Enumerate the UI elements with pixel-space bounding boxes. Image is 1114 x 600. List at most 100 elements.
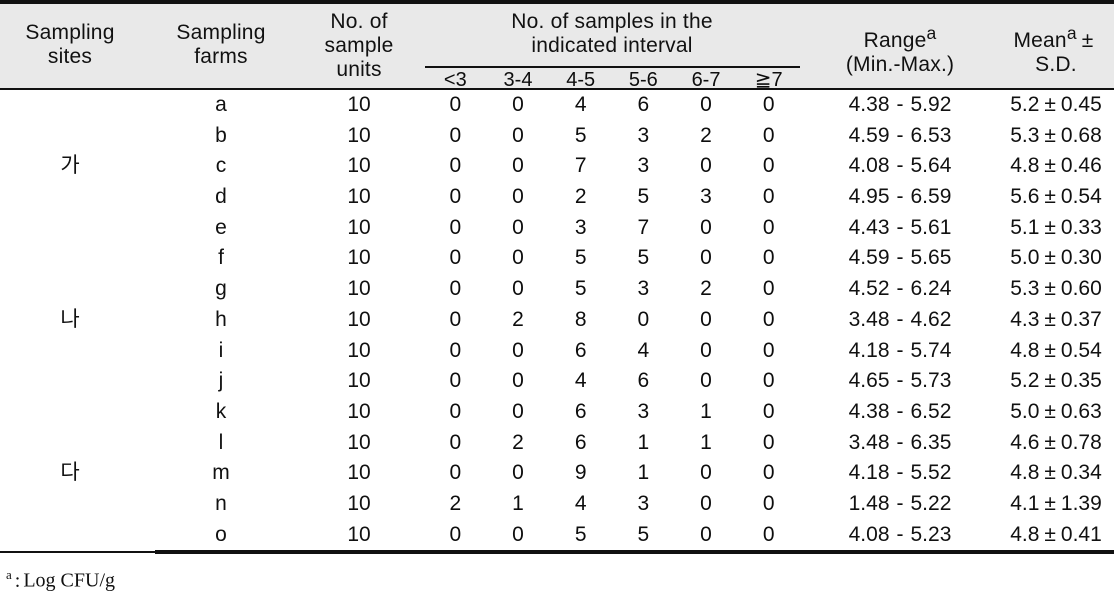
cell-sampling-farm: h bbox=[215, 307, 227, 331]
cell-range: 4.18-5.74 bbox=[802, 336, 998, 367]
cell-bin-5-6: 7 bbox=[637, 215, 650, 239]
cell-bin-4-5: 5 bbox=[574, 123, 587, 147]
cell-mean-sd: 5.2 ±0.35 bbox=[1000, 366, 1112, 397]
cell-mean-value: 4.3 bbox=[1010, 307, 1040, 331]
cell-range-min: 4.18 bbox=[848, 338, 890, 362]
cell-range-dash: - bbox=[896, 461, 904, 485]
cell-mean-value: 4.8 bbox=[1010, 522, 1040, 546]
cell-range-max: 5.22 bbox=[910, 491, 952, 515]
cell-sampling-farm: l bbox=[218, 430, 224, 454]
cell-bin-6-7: 0 bbox=[700, 369, 712, 393]
cell-plusminus: ± bbox=[1044, 246, 1056, 270]
cell-bin-4-5: 6 bbox=[574, 338, 587, 362]
cell-range-dash: - bbox=[896, 277, 904, 301]
cell-bin-5-6: 0 bbox=[637, 307, 650, 331]
cell-bin-5-6: 3 bbox=[637, 277, 650, 301]
cell-bin-lt3: 0 bbox=[449, 246, 462, 270]
cell-bin-6-7: 2 bbox=[700, 277, 712, 301]
cell-group-interval-counts: 0 0 6 4 0 0 bbox=[424, 336, 800, 367]
table-footnote: a: Log CFU/g bbox=[0, 563, 1114, 593]
cell-sampling-farm: o bbox=[215, 522, 227, 546]
cell-range-min: 4.08 bbox=[848, 154, 890, 178]
footnote-separator: : bbox=[14, 569, 21, 592]
cell-mean-value: 5.0 bbox=[1010, 399, 1040, 423]
cell-bin-ge7: 0 bbox=[762, 461, 775, 485]
cell-sd-value: 0.63 bbox=[1060, 399, 1102, 423]
cell-sampling-farm: m bbox=[212, 461, 230, 485]
cell-range-dash: - bbox=[896, 246, 904, 270]
cell-range-max: 5.74 bbox=[910, 338, 952, 362]
cell-bin-lt3: 0 bbox=[449, 399, 462, 423]
cell-range: 1.48-5.22 bbox=[802, 489, 998, 520]
cell-range-min: 4.18 bbox=[848, 461, 890, 485]
column-header-mean: Meana ± S.D. bbox=[1000, 21, 1112, 77]
cell-sampling-farm: n bbox=[215, 491, 227, 515]
cell-mean-sd: 4.8 ±0.41 bbox=[1000, 520, 1112, 551]
cell-range: 4.08-5.64 bbox=[802, 151, 998, 182]
cell-group-interval-counts: 0 0 6 3 1 0 bbox=[424, 397, 800, 428]
cell-plusminus: ± bbox=[1044, 338, 1056, 362]
cell-mean-sd: 4.8 ±0.46 bbox=[1000, 151, 1112, 182]
cell-range-max: 6.35 bbox=[910, 430, 952, 454]
cell-mean-sd: 4.8 ±0.34 bbox=[1000, 458, 1112, 489]
column-header-interval-group-line1: No. of samples in the bbox=[511, 10, 713, 33]
cell-mean-value: 5.0 bbox=[1010, 246, 1040, 270]
cell-mean-value: 4.8 bbox=[1010, 461, 1040, 485]
cell-bin-5-6: 5 bbox=[637, 246, 650, 270]
cell-range-dash: - bbox=[896, 399, 904, 423]
cell-sampling-farm: d bbox=[215, 185, 227, 209]
table-row: g 10 0 0 5 3 2 0 4.52-6.24 5.3 ±0.60 bbox=[0, 274, 1114, 305]
cell-range-min: 3.48 bbox=[848, 307, 890, 331]
column-header-sample-units-line2: sample bbox=[324, 34, 394, 57]
cell-range-dash: - bbox=[896, 185, 904, 209]
cell-sd-value: 0.68 bbox=[1060, 123, 1102, 147]
cell-range-dash: - bbox=[896, 215, 904, 239]
cell-bin-ge7: 0 bbox=[762, 522, 775, 546]
column-header-mean-footnote-marker: a bbox=[1066, 23, 1077, 43]
cell-bin-lt3: 0 bbox=[449, 338, 462, 362]
cell-bin-ge7: 0 bbox=[762, 430, 775, 454]
cell-sd-value: 0.54 bbox=[1060, 185, 1102, 209]
cell-bin-3-4: 2 bbox=[512, 430, 524, 454]
cell-bin-lt3: 2 bbox=[449, 491, 462, 515]
cell-range-min: 4.08 bbox=[848, 522, 890, 546]
cell-bin-lt3: 0 bbox=[449, 430, 462, 454]
cell-bin-6-7: 0 bbox=[700, 307, 712, 331]
cell-range: 4.43-5.61 bbox=[802, 213, 998, 244]
cell-group-interval-counts: 0 0 7 3 0 0 bbox=[424, 151, 800, 182]
cell-plusminus: ± bbox=[1044, 461, 1056, 485]
cell-range-dash: - bbox=[896, 123, 904, 147]
cell-sampling-farm: g bbox=[215, 277, 227, 301]
cell-mean-value: 5.3 bbox=[1010, 277, 1040, 301]
cell-bin-lt3: 0 bbox=[449, 93, 462, 116]
cell-mean-value: 5.2 bbox=[1010, 369, 1040, 393]
cell-bin-3-4: 0 bbox=[512, 277, 524, 301]
footnote-marker: a bbox=[6, 567, 12, 583]
table-row: a 10 0 0 4 6 0 0 4.38-5.92 5.2 ±0.45 bbox=[0, 90, 1114, 121]
table-bottom-rules bbox=[0, 550, 1114, 555]
cell-bin-5-6: 1 bbox=[637, 461, 650, 485]
cell-bin-ge7: 0 bbox=[762, 185, 775, 209]
cell-bin-5-6: 5 bbox=[637, 185, 650, 209]
cell-range-max: 5.73 bbox=[910, 369, 952, 393]
cell-mean-sd: 4.3 ±0.37 bbox=[1000, 305, 1112, 336]
cell-sampling-farm: c bbox=[215, 154, 227, 178]
cell-plusminus: ± bbox=[1044, 307, 1056, 331]
cell-bin-6-7: 2 bbox=[700, 123, 712, 147]
cell-mean-sd: 5.1 ±0.33 bbox=[1000, 213, 1112, 244]
cell-bin-5-6: 3 bbox=[637, 154, 650, 178]
cell-group-interval-counts: 0 0 5 5 0 0 bbox=[424, 520, 800, 551]
cell-plusminus: ± bbox=[1044, 491, 1056, 515]
cell-mean-sd: 5.6 ±0.54 bbox=[1000, 182, 1112, 213]
cell-bin-lt3: 0 bbox=[449, 123, 462, 147]
cell-range: 4.38-6.52 bbox=[802, 397, 998, 428]
column-header-mean-line2: S.D. bbox=[1035, 53, 1077, 76]
cell-range: 3.48-6.35 bbox=[802, 428, 998, 459]
cell-range-max: 5.61 bbox=[910, 215, 952, 239]
cell-bin-4-5: 9 bbox=[574, 461, 587, 485]
column-header-sampling-farms: Sampling farms bbox=[146, 21, 296, 69]
cell-mean-sd: 5.3 ±0.68 bbox=[1000, 121, 1112, 152]
cell-range-dash: - bbox=[896, 491, 904, 515]
table-row: n 10 2 1 4 3 0 0 1.48-5.22 4.1 ±1.39 bbox=[0, 489, 1114, 520]
cell-bin-6-7: 0 bbox=[700, 461, 712, 485]
